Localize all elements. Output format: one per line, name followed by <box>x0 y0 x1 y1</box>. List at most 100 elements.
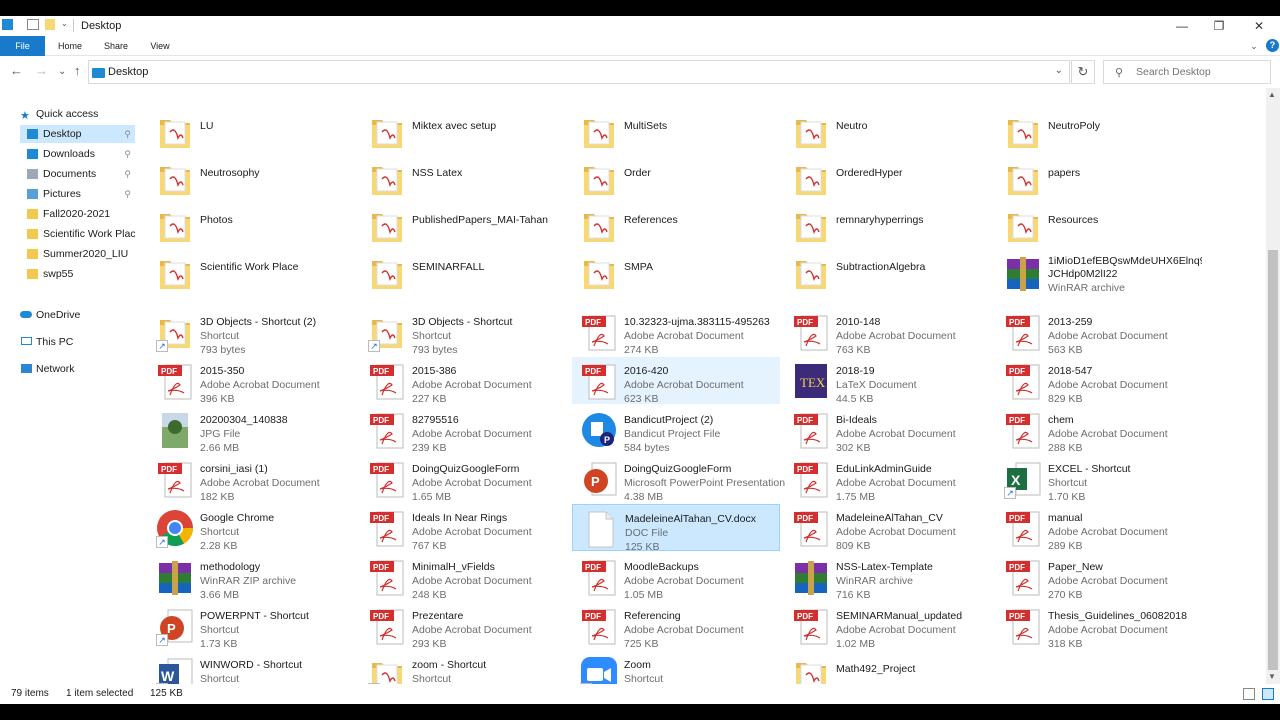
sidebar-item-desktop[interactable]: Desktop ⚲ <box>20 125 135 143</box>
file-item[interactable]: PDF 2015-386 Adobe Acrobat Document 227 KB <box>360 357 568 405</box>
file-item[interactable]: PDF chem Adobe Acrobat Document 288 KB <box>996 406 1204 454</box>
back-button[interactable]: ← <box>10 63 23 78</box>
sidebar-onedrive[interactable]: OneDrive <box>20 306 138 324</box>
file-item[interactable]: LU <box>148 108 356 155</box>
file-item[interactable]: PDF 2015-350 Adobe Acrobat Document 396 KB <box>148 357 356 405</box>
sidebar-item-swp55[interactable]: swp55 <box>20 265 135 283</box>
file-item[interactable]: ↗ZoomShortcut1.90 KB <box>572 651 780 684</box>
file-item[interactable]: PDF 10.32323-ujma.383115-495263 Adobe Acro… <box>572 308 780 356</box>
file-item[interactable]: PDF DoingQuizGoogleForm Adobe Acrobat Docu… <box>360 455 568 503</box>
sidebar-item-documents[interactable]: Documents ⚲ <box>20 165 135 183</box>
scroll-down-arrow[interactable]: ▼ <box>1268 672 1276 681</box>
file-item[interactable]: ↗ 3D Objects - Shortcut Shortcut 793 bytes <box>360 308 568 356</box>
file-item[interactable]: methodology WinRAR ZIP archive 3.66 MB <box>148 553 356 601</box>
file-item[interactable]: Miktex avec setup <box>360 108 568 155</box>
file-item[interactable]: PDF 2013-259 Adobe Acrobat Document 563 KB <box>996 308 1204 356</box>
file-item[interactable]: PDF 2016-420 Adobe Acrobat Document 623 KB <box>572 357 780 405</box>
properties-icon[interactable] <box>27 19 39 30</box>
file-item[interactable]: PDF SEMINARManual_updated Adobe Acrobat Do… <box>784 602 992 650</box>
file-item[interactable]: PDF Ideals In Near Rings Adobe Acrobat Doc… <box>360 504 568 552</box>
file-item[interactable]: PDF MoodleBackups Adobe Acrobat Document 1.… <box>572 553 780 601</box>
recent-locations-button[interactable]: ⌄ <box>58 66 66 77</box>
sidebar-item-scientific-work-plac[interactable]: Scientific Work Plac <box>20 225 135 243</box>
tab-view[interactable]: View <box>140 36 180 56</box>
file-item[interactable]: Scientific Work Place <box>148 249 356 296</box>
file-item[interactable]: MultiSets <box>572 108 780 155</box>
sidebar-item-downloads[interactable]: Downloads ⚲ <box>20 145 135 163</box>
file-item[interactable]: Neutrosophy <box>148 155 356 202</box>
file-item[interactable]: ↗ 3D Objects - Shortcut (2) Shortcut 793 by… <box>148 308 356 356</box>
file-item[interactable]: PDF Prezentare Adobe Acrobat Document 293 K… <box>360 602 568 650</box>
file-item[interactable]: PublishedPapers_MAI-Tahan <box>360 202 568 249</box>
folder-icon <box>580 159 618 199</box>
new-folder-icon[interactable] <box>45 19 55 30</box>
search-box[interactable]: ⚲ <box>1103 60 1271 84</box>
chevron-down-icon[interactable]: ⌄ <box>1055 65 1063 76</box>
file-item[interactable]: SubtractionAlgebra <box>784 249 992 296</box>
help-button[interactable]: ? <box>1266 39 1279 52</box>
forward-button[interactable]: → <box>35 63 48 78</box>
file-item[interactable]: SEMINARFALL <box>360 249 568 296</box>
sidebar-network[interactable]: Network <box>20 360 138 378</box>
file-item[interactable]: PDF 2018-547 Adobe Acrobat Document 829 KB <box>996 357 1204 405</box>
file-item[interactable]: Photos <box>148 202 356 249</box>
tab-home[interactable]: Home <box>50 36 90 56</box>
file-item[interactable]: Neutro <box>784 108 992 155</box>
file-item[interactable]: ↗ Google Chrome Shortcut 2.28 KB <box>148 504 356 552</box>
file-item[interactable]: PDF MinimalH_vFields Adobe Acrobat Documen… <box>360 553 568 601</box>
sidebar-quick-access[interactable]: ★ Quick access <box>20 105 138 123</box>
tab-share[interactable]: Share <box>96 36 136 56</box>
file-item[interactable]: remnaryhyperrings <box>784 202 992 249</box>
file-item[interactable]: NSS Latex <box>360 155 568 202</box>
sidebar-item-summer2020-liu[interactable]: Summer2020_LIU <box>20 245 135 263</box>
customize-toolbar-icon[interactable]: ⌄ <box>61 19 73 30</box>
minimize-button[interactable]: — <box>1162 16 1202 36</box>
file-item[interactable]: OrderedHyper <box>784 155 992 202</box>
file-item[interactable]: P DoingQuizGoogleForm Microsoft PowerPoint… <box>572 455 785 503</box>
file-item[interactable]: PDF Referencing Adobe Acrobat Document 725 … <box>572 602 780 650</box>
file-item[interactable]: SMPA <box>572 249 780 296</box>
file-item[interactable]: W↗WINWORD - ShortcutShortcut1.72 KB <box>148 651 356 684</box>
sidebar-item-pictures[interactable]: Pictures ⚲ <box>20 185 135 203</box>
file-item[interactable]: PDF 2010-148 Adobe Acrobat Document 763 KB <box>784 308 992 356</box>
file-item[interactable]: 1iMioD1efEBQswMdeUHX6Elnq9jE JCHdp0M2lI22… <box>996 249 1204 296</box>
file-item[interactable]: papers <box>996 155 1204 202</box>
file-item[interactable]: P ↗ POWERPNT - Shortcut Shortcut 1.73 KB <box>148 602 356 650</box>
sidebar-this-pc[interactable]: This PC <box>20 333 138 351</box>
details-view-button[interactable] <box>1243 688 1255 700</box>
file-item[interactable]: Resources <box>996 202 1204 249</box>
file-item[interactable]: P BandicutProject (2) Bandicut Project Fil… <box>572 406 780 454</box>
scroll-up-arrow[interactable]: ▲ <box>1268 90 1276 99</box>
sidebar-item-fall2020-2021[interactable]: Fall2020-2021 <box>20 205 135 223</box>
file-item[interactable]: NeutroPoly <box>996 108 1204 155</box>
file-item[interactable]: PDF Bi-Ideals Adobe Acrobat Document 302 KB <box>784 406 992 454</box>
search-input[interactable] <box>1136 65 1266 79</box>
file-item[interactable]: PDF corsini_iasi (1) Adobe Acrobat Documen… <box>148 455 356 503</box>
file-item[interactable]: PDF EduLinkAdminGuide Adobe Acrobat Docume… <box>784 455 992 503</box>
file-item[interactable]: X ↗ EXCEL - Shortcut Shortcut 1.70 KB <box>996 455 1204 503</box>
up-button[interactable]: ↑ <box>74 63 81 78</box>
file-item[interactable]: PDF Paper_New Adobe Acrobat Document 270 KB <box>996 553 1204 601</box>
large-icons-view-button[interactable] <box>1262 688 1274 700</box>
file-item[interactable]: Math492_Project <box>784 651 992 684</box>
file-item[interactable]: MadeleineAlTahan_CV.docx DOC File 125 KB <box>572 504 780 553</box>
file-item[interactable]: PDF MadeleineAlTahan_CV Adobe Acrobat Docu… <box>784 504 992 552</box>
address-path[interactable]: Desktop <box>108 66 148 78</box>
file-item[interactable]: PDF manual Adobe Acrobat Document 289 KB <box>996 504 1204 552</box>
file-item[interactable]: NSS-Latex-Template WinRAR archive 716 KB <box>784 553 992 601</box>
file-item[interactable]: ↗zoom - ShortcutShortcut853 bytes <box>360 651 568 684</box>
expand-ribbon-button[interactable]: ⌄ <box>1244 36 1264 56</box>
refresh-button[interactable]: ↻ <box>1071 60 1095 84</box>
tab-file[interactable]: File <box>0 36 45 56</box>
maximize-button[interactable]: ❐ <box>1199 16 1239 36</box>
file-item[interactable]: 20200304_140838 JPG File 2.66 MB <box>148 406 356 454</box>
file-item[interactable]: PDF 82795516 Adobe Acrobat Document 239 KB <box>360 406 568 454</box>
vertical-scrollbar[interactable]: ▲ ▼ <box>1266 88 1280 684</box>
scrollbar-thumb[interactable] <box>1268 250 1278 670</box>
address-bar[interactable]: Desktop ⌄ <box>88 60 1070 84</box>
close-button[interactable]: ✕ <box>1239 16 1279 36</box>
file-item[interactable]: References <box>572 202 780 249</box>
file-item[interactable]: TEX 2018-19 LaTeX Document 44.5 KB <box>784 357 992 405</box>
file-item[interactable]: PDF Thesis_Guidelines_06082018 Adobe Acrob… <box>996 602 1204 650</box>
file-item[interactable]: Order <box>572 155 780 202</box>
